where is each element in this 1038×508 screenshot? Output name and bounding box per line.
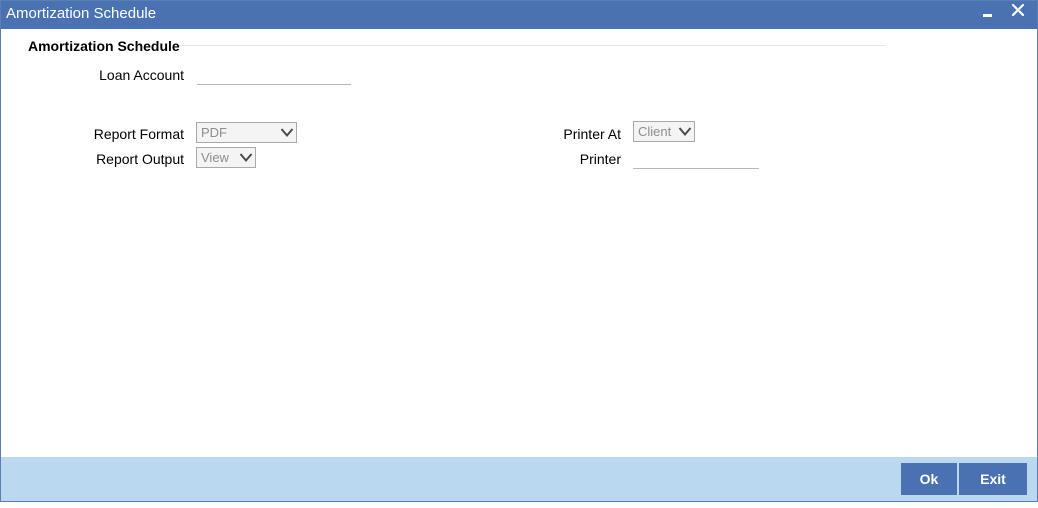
title-bar: Amortization Schedule bbox=[1, 1, 1037, 29]
printer-at-value: Client bbox=[638, 124, 672, 139]
report-format-label: Report Format bbox=[93, 126, 184, 142]
window-title: Amortization Schedule bbox=[6, 5, 157, 22]
section-divider bbox=[179, 45, 885, 46]
loan-account-input[interactable] bbox=[197, 65, 351, 85]
amortization-schedule-window: Amortization Schedule Amortization Sched… bbox=[0, 0, 1038, 502]
report-format-value: PDF bbox=[201, 125, 227, 140]
report-output-value: View bbox=[201, 150, 229, 165]
report-output-select[interactable]: View bbox=[196, 147, 256, 168]
printer-input[interactable] bbox=[633, 149, 759, 169]
ok-button[interactable]: Ok bbox=[901, 463, 957, 495]
section-title: Amortization Schedule bbox=[28, 38, 180, 54]
printer-at-label: Printer At bbox=[563, 126, 621, 142]
footer-bar: Ok Exit bbox=[1, 457, 1037, 501]
report-format-select[interactable]: PDF bbox=[196, 122, 297, 143]
form-area: Amortization Schedule Loan Account Repor… bbox=[1, 29, 1037, 457]
loan-account-label: Loan Account bbox=[99, 67, 184, 83]
close-button[interactable] bbox=[1007, 1, 1029, 25]
close-icon bbox=[1011, 3, 1025, 17]
chevron-down-icon bbox=[239, 153, 253, 163]
minimize-icon bbox=[983, 14, 992, 17]
report-output-label: Report Output bbox=[96, 151, 184, 167]
chevron-down-icon bbox=[678, 127, 692, 137]
exit-button[interactable]: Exit bbox=[959, 463, 1027, 495]
minimize-button[interactable] bbox=[977, 1, 999, 25]
printer-label: Printer bbox=[579, 151, 621, 167]
chevron-down-icon bbox=[280, 128, 294, 138]
printer-at-select[interactable]: Client bbox=[633, 121, 695, 142]
